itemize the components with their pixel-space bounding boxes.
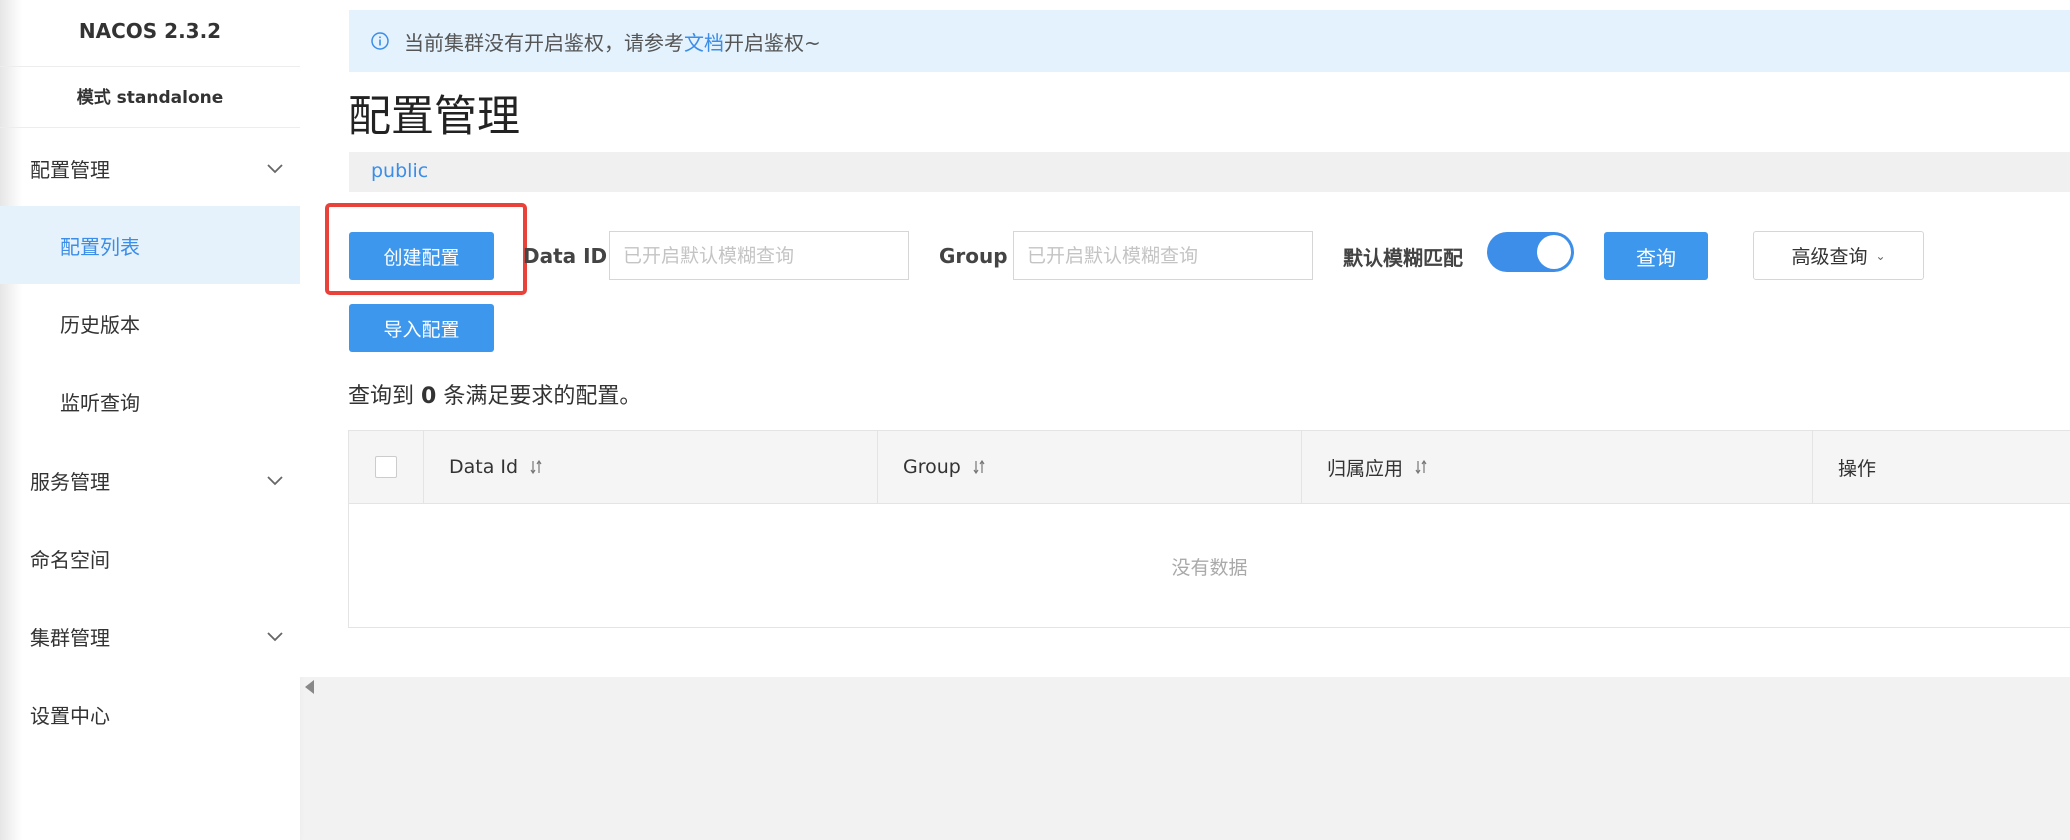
data-id-input[interactable] [609, 231, 909, 280]
sort-icon[interactable] [973, 460, 985, 474]
notice-text-end: 开启鉴权~ [724, 30, 821, 55]
search-button[interactable]: 查询 [1604, 232, 1708, 280]
app-logo: NACOS 2.3.2 [0, 0, 300, 67]
column-actions: 操作 [1813, 431, 2070, 503]
fuzzy-match-label: 默认模糊匹配 [1343, 246, 1463, 270]
sidebar-item-cluster-management[interactable]: 集群管理 [0, 597, 300, 675]
column-label: Group [903, 456, 961, 478]
group-input[interactable] [1013, 231, 1313, 280]
result-summary: 查询到 0 条满足要求的配置。 [348, 378, 641, 410]
toggle-knob [1537, 235, 1571, 269]
data-id-label: Data ID [523, 244, 608, 268]
column-data-id[interactable]: Data Id [424, 431, 878, 503]
sidebar-item-label: 设置中心 [30, 703, 110, 728]
sidebar-item-label: 监听查询 [60, 390, 140, 415]
sidebar-item-config-list[interactable]: 配置列表 [0, 206, 300, 284]
docs-link[interactable]: 文档 [684, 27, 724, 56]
sidebar-item-label: 服务管理 [30, 469, 110, 494]
sidebar-item-listener-query[interactable]: 监听查询 [0, 362, 300, 440]
import-config-button[interactable]: 导入配置 [349, 304, 494, 352]
info-icon [371, 32, 389, 50]
sidebar-item-label: 集群管理 [30, 625, 110, 650]
chevron-down-icon [267, 164, 283, 174]
sidebar-item-namespace[interactable]: 命名空间 [0, 519, 300, 597]
sidebar-item-history[interactable]: 历史版本 [0, 284, 300, 362]
column-label: 操作 [1838, 457, 1877, 480]
sort-icon[interactable] [530, 460, 542, 474]
result-prefix: 查询到 [348, 384, 415, 409]
empty-state: 没有数据 [1171, 556, 1248, 579]
sidebar-item-label: 历史版本 [60, 312, 140, 337]
auth-notice: 当前集群没有开启鉴权，请参考 文档 开启鉴权~ [349, 10, 2070, 72]
page-title: 配置管理 [348, 92, 520, 142]
namespace-public[interactable]: public [371, 160, 428, 182]
sidebar-item-label: 配置管理 [30, 157, 110, 182]
table-header: Data Id Group 归属应用 操作 [349, 431, 2070, 504]
advanced-query-button[interactable]: 高级查询 ⌄ [1753, 231, 1924, 280]
select-all-checkbox[interactable] [375, 456, 397, 478]
sort-icon[interactable] [1415, 460, 1427, 474]
sidebar-item-config-management[interactable]: 配置管理 [0, 129, 300, 207]
config-table: Data Id Group 归属应用 操作 没有数据 [348, 430, 2070, 628]
result-suffix: 条满足要求的配置。 [443, 384, 642, 409]
sidebar-item-service-management[interactable]: 服务管理 [0, 441, 300, 519]
sidebar: NACOS 2.3.2 模式 standalone 配置管理 配置列表 历史版本… [0, 0, 300, 840]
column-app[interactable]: 归属应用 [1302, 431, 1813, 503]
mode-label: 模式 standalone [0, 68, 300, 128]
chevron-down-icon: ⌄ [1875, 248, 1886, 263]
collapse-sidebar-icon[interactable] [305, 680, 314, 694]
sidebar-item-label: 配置列表 [60, 234, 140, 259]
fuzzy-match-toggle[interactable] [1487, 232, 1574, 272]
notice-text: 当前集群没有开启鉴权，请参考 [404, 30, 684, 55]
chevron-down-icon [267, 476, 283, 486]
column-group[interactable]: Group [878, 431, 1302, 503]
create-config-button[interactable]: 创建配置 [349, 232, 494, 280]
advanced-query-label: 高级查询 [1791, 246, 1868, 268]
sidebar-item-settings-center[interactable]: 设置中心 [0, 675, 300, 753]
result-count: 0 [421, 384, 437, 409]
namespace-bar: public [349, 152, 2070, 192]
chevron-down-icon [267, 632, 283, 642]
column-label: 归属应用 [1327, 457, 1404, 480]
sidebar-item-label: 命名空间 [30, 547, 110, 572]
column-label: Data Id [449, 456, 519, 478]
group-label: Group [939, 244, 1008, 268]
select-all-cell [349, 431, 424, 503]
